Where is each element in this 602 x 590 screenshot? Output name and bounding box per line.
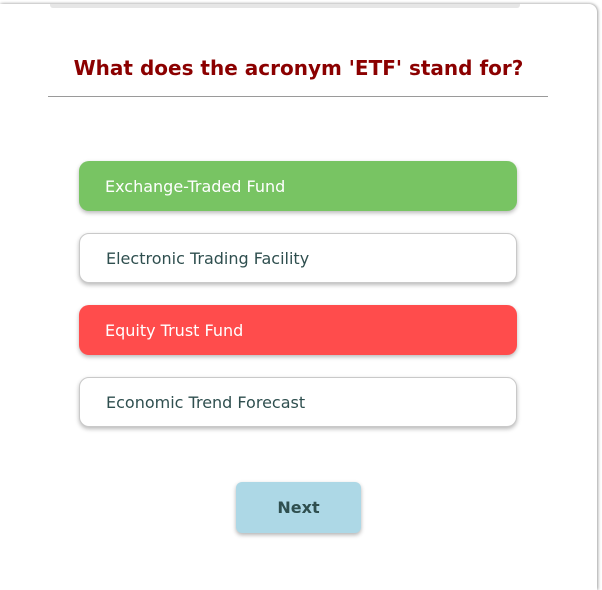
answer-option-correct[interactable]: Exchange-Traded Fund [79, 161, 517, 211]
quiz-card: What does the acronym 'ETF' stand for? E… [0, 4, 597, 590]
answer-option-incorrect[interactable]: Equity Trust Fund [79, 305, 517, 355]
divider [48, 96, 548, 97]
question-title: What does the acronym 'ETF' stand for? [73, 56, 524, 80]
answer-option[interactable]: Electronic Trading Facility [79, 233, 517, 283]
next-button[interactable]: Next [236, 482, 361, 533]
answer-option-label: Exchange-Traded Fund [105, 176, 286, 196]
answer-option-label: Equity Trust Fund [105, 320, 244, 340]
answer-options: Exchange-Traded Fund Electronic Trading … [79, 161, 517, 449]
answer-option-label: Economic Trend Forecast [106, 392, 306, 412]
answer-option[interactable]: Economic Trend Forecast [79, 377, 517, 427]
answer-option-label: Electronic Trading Facility [106, 248, 310, 268]
top-strip [50, 4, 520, 8]
